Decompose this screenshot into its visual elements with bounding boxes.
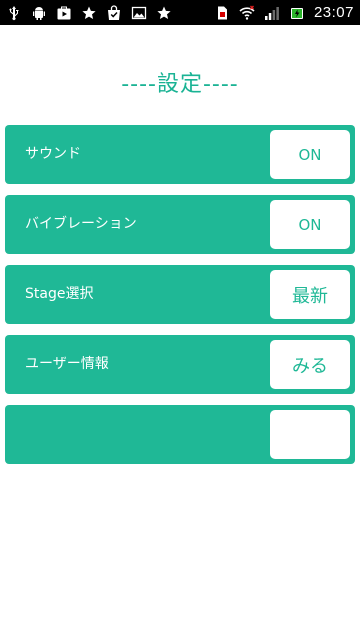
empty-setting-button[interactable] xyxy=(270,410,350,459)
setting-row-empty xyxy=(5,405,355,464)
status-bar: 23:07 xyxy=(0,0,360,25)
system-icons: 23:07 xyxy=(214,4,354,21)
vibration-toggle-button[interactable]: ON xyxy=(270,200,350,249)
sim-icon xyxy=(214,5,230,21)
setting-label-sound: サウンド xyxy=(25,146,81,162)
image-icon xyxy=(131,5,147,21)
setting-row-sound: サウンド ON xyxy=(5,125,355,184)
sound-toggle-button[interactable]: ON xyxy=(270,130,350,179)
stage-select-button[interactable]: 最新 xyxy=(270,270,350,319)
usb-icon xyxy=(6,5,22,21)
setting-label-stage: Stage選択 xyxy=(25,286,94,302)
setting-row-stage: Stage選択 最新 xyxy=(5,265,355,324)
star-icon xyxy=(156,5,172,21)
setting-label-vibration: バイブレーション xyxy=(25,216,137,232)
wifi-icon xyxy=(239,5,255,21)
user-info-view-button[interactable]: みる xyxy=(270,340,350,389)
page-title: ----設定---- xyxy=(121,72,239,97)
shopping-bag-icon xyxy=(106,4,122,21)
star-icon xyxy=(81,5,97,21)
notification-icons xyxy=(6,4,172,21)
battery-icon xyxy=(289,5,305,21)
android-icon xyxy=(31,5,47,21)
status-time: 23:07 xyxy=(313,4,354,21)
play-store-icon xyxy=(56,5,72,21)
signal-icon xyxy=(264,5,280,21)
setting-label-user-info: ユーザー情報 xyxy=(25,356,109,372)
setting-row-vibration: バイブレーション ON xyxy=(5,195,355,254)
setting-row-user-info: ユーザー情報 みる xyxy=(5,335,355,394)
